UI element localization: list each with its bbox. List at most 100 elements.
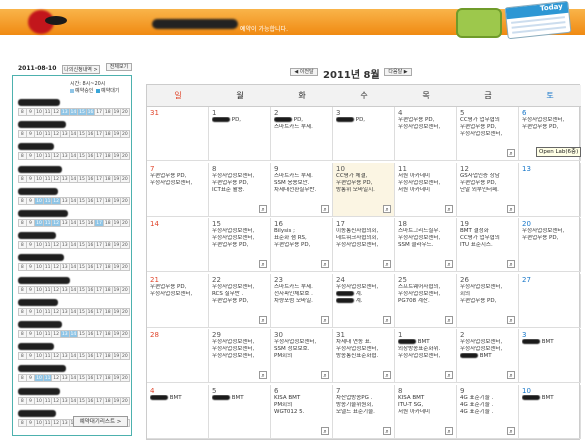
event-item[interactable]: 외장방송표준화위. xyxy=(398,346,453,353)
time-slot[interactable]: 8 xyxy=(18,108,27,116)
day-cell[interactable]: 31 차세대 연동 표. 우정사업정보센터, 방송통신표준화협. ⌕ xyxy=(333,329,395,383)
time-slot[interactable]: 15 xyxy=(78,396,87,405)
time-slot[interactable]: 16 xyxy=(86,352,96,361)
time-slot[interactable]: 18 xyxy=(103,174,113,183)
time-slot[interactable]: 13 xyxy=(60,174,70,183)
time-slot[interactable]: 11 xyxy=(43,263,53,272)
event-item[interactable]: 우정사업정보센터, xyxy=(212,353,267,360)
time-slot[interactable]: 11 xyxy=(43,196,53,205)
event-item[interactable]: 서원 아카데미 xyxy=(398,409,453,416)
time-slot[interactable]: 12 xyxy=(52,352,61,361)
zoom-icon[interactable]: ⌕ xyxy=(321,315,329,324)
day-cell[interactable]: 19 BMT 결정화 CC평가 업무협의 ITU 표준시스. ⌕ xyxy=(457,218,519,272)
event-item[interactable]: CC평가 업무협의 xyxy=(460,235,515,242)
event-item[interactable]: 우정사업정보센터, xyxy=(460,346,515,353)
zoom-icon[interactable]: ⌕ xyxy=(321,260,329,268)
room-row[interactable]: 891011121314151617181920 xyxy=(18,209,130,227)
time-slot[interactable]: 14 xyxy=(69,174,79,183)
time-slot[interactable]: 9 xyxy=(26,263,36,272)
time-slot[interactable]: 16 xyxy=(86,108,96,116)
zoom-icon[interactable]: ⌕ xyxy=(383,371,391,379)
time-slot[interactable]: 9 xyxy=(26,130,36,139)
day-cell[interactable]: 18 스마트그리드실무. 우정사업정보센터, SSM 클라우드. ⌕ xyxy=(395,218,457,272)
time-slot[interactable]: 10 xyxy=(35,307,44,316)
event-item[interactable]: 우편업무용 PD, xyxy=(460,180,515,187)
event-item[interactable]: 우편업무용 PD, xyxy=(336,180,391,187)
event-item[interactable]: 우정사업정보센터, xyxy=(150,180,205,187)
room-row[interactable]: 891011121314151617181920 xyxy=(18,253,130,272)
day-cell[interactable]: 4 BMT xyxy=(147,384,209,439)
time-slot[interactable]: 18 xyxy=(103,196,113,205)
event-item[interactable]: 네트워크사협의회, xyxy=(336,235,391,242)
time-slot[interactable]: 18 xyxy=(103,241,113,250)
event-item[interactable]: 우정사업정보센터, xyxy=(398,180,453,187)
time-slot[interactable]: 20 xyxy=(121,130,130,139)
time-slot[interactable]: 20 xyxy=(121,196,130,205)
room-row[interactable]: 891011121314151617181920 xyxy=(18,165,130,183)
time-slot[interactable]: 13 xyxy=(60,330,70,338)
time-slot[interactable]: 17 xyxy=(95,219,104,227)
time-slot[interactable]: 13 xyxy=(60,285,70,294)
time-slot[interactable]: 20 xyxy=(121,307,130,316)
time-slot[interactable]: 12 xyxy=(52,196,61,205)
event-item[interactable]: BMT xyxy=(398,339,453,346)
day-cell[interactable]: 14 xyxy=(147,218,209,272)
event-item[interactable]: 스마트카드 부제. xyxy=(274,173,329,180)
time-slot[interactable]: 20 xyxy=(121,352,130,361)
event-item[interactable]: 우편업무용 PD, xyxy=(150,284,205,291)
event-item[interactable]: 차량포럼 모바일. xyxy=(274,298,329,305)
time-slot[interactable]: 10 xyxy=(35,374,44,383)
zoom-icon[interactable]: ⌕ xyxy=(507,204,515,213)
time-slot[interactable]: 19 xyxy=(112,396,122,405)
time-slot[interactable]: 16 xyxy=(86,219,96,227)
time-slot[interactable]: 18 xyxy=(103,285,113,294)
my-requests-button[interactable]: 나의신청내역 > xyxy=(62,65,100,74)
event-item[interactable]: GS사업인증 상담 xyxy=(460,173,515,180)
time-slot[interactable]: 20 xyxy=(121,108,130,116)
day-cell[interactable]: 4 우편업무용 PD, 우정사업정보센터, xyxy=(395,107,457,161)
time-slot[interactable]: 13 xyxy=(60,152,70,161)
event-item[interactable]: PD, xyxy=(336,117,391,124)
time-slot[interactable]: 13 xyxy=(60,108,70,116)
zoom-icon[interactable]: ⌕ xyxy=(383,260,391,268)
time-slot[interactable]: 11 xyxy=(43,241,53,250)
event-item[interactable]: BMT 결정화 xyxy=(460,228,515,235)
zoom-icon[interactable]: ⌕ xyxy=(259,371,267,379)
day-cell[interactable]: 7 우편업무용 PD, 우정사업정보센터, xyxy=(147,162,209,217)
time-slot[interactable]: 18 xyxy=(103,130,113,139)
time-slot[interactable]: 19 xyxy=(112,330,122,338)
view-all-button[interactable]: 전체보기 xyxy=(106,63,132,71)
time-slot[interactable]: 11 xyxy=(43,396,53,405)
time-slot[interactable]: 18 xyxy=(103,263,113,272)
event-item[interactable]: 우정사업정보센터, xyxy=(336,284,391,291)
time-slot[interactable]: 14 xyxy=(69,219,79,227)
time-slot[interactable]: 13 xyxy=(60,374,70,383)
time-slot[interactable]: 12 xyxy=(52,396,61,405)
time-slot[interactable]: 13 xyxy=(60,241,70,250)
time-slot[interactable]: 10 xyxy=(35,130,44,139)
day-cell[interactable]: 7 차산업방송PG . 방송기술위원회, 모델드 표준기술. ⌕ xyxy=(333,384,395,439)
time-slot[interactable]: 9 xyxy=(26,307,36,316)
day-cell[interactable]: 3 PD, xyxy=(333,107,395,161)
room-row[interactable]: 891011121314151617181920 xyxy=(18,342,130,361)
time-slot[interactable]: 12 xyxy=(52,241,61,250)
time-slot[interactable]: 15 xyxy=(78,263,87,272)
event-item[interactable]: 우정사업정보센터, xyxy=(398,353,453,360)
time-slot[interactable]: 20 xyxy=(121,241,130,250)
time-slot[interactable]: 19 xyxy=(112,219,122,227)
zoom-icon[interactable]: ⌕ xyxy=(507,315,515,324)
zoom-icon[interactable]: ⌕ xyxy=(321,426,329,435)
zoom-icon[interactable]: ⌕ xyxy=(507,426,515,435)
time-slot[interactable]: 16 xyxy=(86,241,96,250)
time-slot[interactable]: 14 xyxy=(69,263,79,272)
day-cell[interactable]: 12 GS사업인증 상담 우편업무용 PD, 단말 외부인터페. ⌕ xyxy=(457,162,519,217)
time-slot[interactable]: 12 xyxy=(52,374,61,383)
zoom-icon[interactable]: ⌕ xyxy=(383,426,391,435)
time-slot[interactable]: 15 xyxy=(78,330,87,338)
time-slot[interactable]: 16 xyxy=(86,152,96,161)
day-cell[interactable]: 16 Bilysis ; 표준화 샘 RS, 우편업무용 PD, ⌕ xyxy=(271,218,333,272)
time-slot[interactable]: 17 xyxy=(95,196,104,205)
time-slot[interactable]: 16 xyxy=(86,396,96,405)
event-item[interactable]: 계. xyxy=(336,297,391,305)
zoom-icon[interactable]: ⌕ xyxy=(259,204,267,213)
